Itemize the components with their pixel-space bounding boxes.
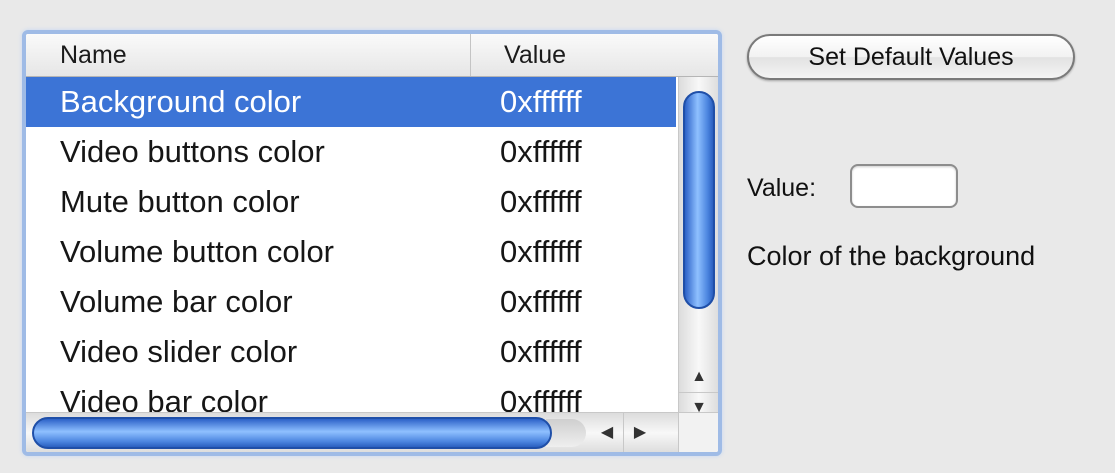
value-label: Value: xyxy=(747,174,817,202)
row-value: 0xffffff xyxy=(500,184,582,219)
row-value: 0xffffff xyxy=(500,384,582,412)
row-value: 0xffffff xyxy=(500,234,582,269)
row-name: Video bar color xyxy=(60,384,268,412)
set-default-values-button[interactable]: Set Default Values xyxy=(747,34,1075,80)
row-name: Background color xyxy=(60,84,302,119)
properties-table[interactable]: Name Value Background color 0xffffff Vid… xyxy=(22,30,722,456)
table-header: Name Value xyxy=(26,34,718,77)
row-value: 0xffffff xyxy=(500,84,582,119)
vertical-scrollbar[interactable]: ▲ ▼ xyxy=(678,77,718,416)
row-name: Video slider color xyxy=(60,334,298,369)
table-row[interactable]: Background color 0xffffff xyxy=(26,77,676,127)
row-name: Volume button color xyxy=(60,234,335,269)
table-row[interactable]: Volume button color 0xffffff xyxy=(26,227,676,277)
column-header-value[interactable]: Value xyxy=(504,34,566,76)
table-row[interactable]: Mute button color 0xffffff xyxy=(26,177,676,227)
scrollbar-corner xyxy=(678,412,718,452)
table-row[interactable]: Video slider color 0xffffff xyxy=(26,327,676,377)
value-input[interactable] xyxy=(850,164,958,208)
row-value: 0xffffff xyxy=(500,284,582,319)
column-divider[interactable] xyxy=(470,34,471,76)
row-value: 0xffffff xyxy=(500,334,582,369)
horizontal-scroll-thumb[interactable] xyxy=(32,417,552,449)
row-name: Volume bar color xyxy=(60,284,293,319)
table-row[interactable]: Video bar color 0xffffff xyxy=(26,377,676,412)
row-value: 0xffffff xyxy=(500,134,582,169)
scroll-up-arrow-icon[interactable]: ▲ xyxy=(679,362,718,393)
scroll-right-arrow-icon[interactable]: ▶ xyxy=(624,413,656,452)
column-header-name[interactable]: Name xyxy=(60,34,127,76)
scroll-left-arrow-icon[interactable]: ◀ xyxy=(591,413,624,452)
table-body: Background color 0xffffff Video buttons … xyxy=(26,77,676,412)
vertical-scroll-thumb[interactable] xyxy=(683,91,715,309)
property-description: Color of the background xyxy=(747,241,1036,271)
table-row[interactable]: Video buttons color 0xffffff xyxy=(26,127,676,177)
row-name: Mute button color xyxy=(60,184,300,219)
table-row[interactable]: Volume bar color 0xffffff xyxy=(26,277,676,327)
horizontal-scroll-track[interactable] xyxy=(546,419,586,447)
row-name: Video buttons color xyxy=(60,134,325,169)
horizontal-scrollbar[interactable]: ◀ ▶ xyxy=(26,412,678,452)
